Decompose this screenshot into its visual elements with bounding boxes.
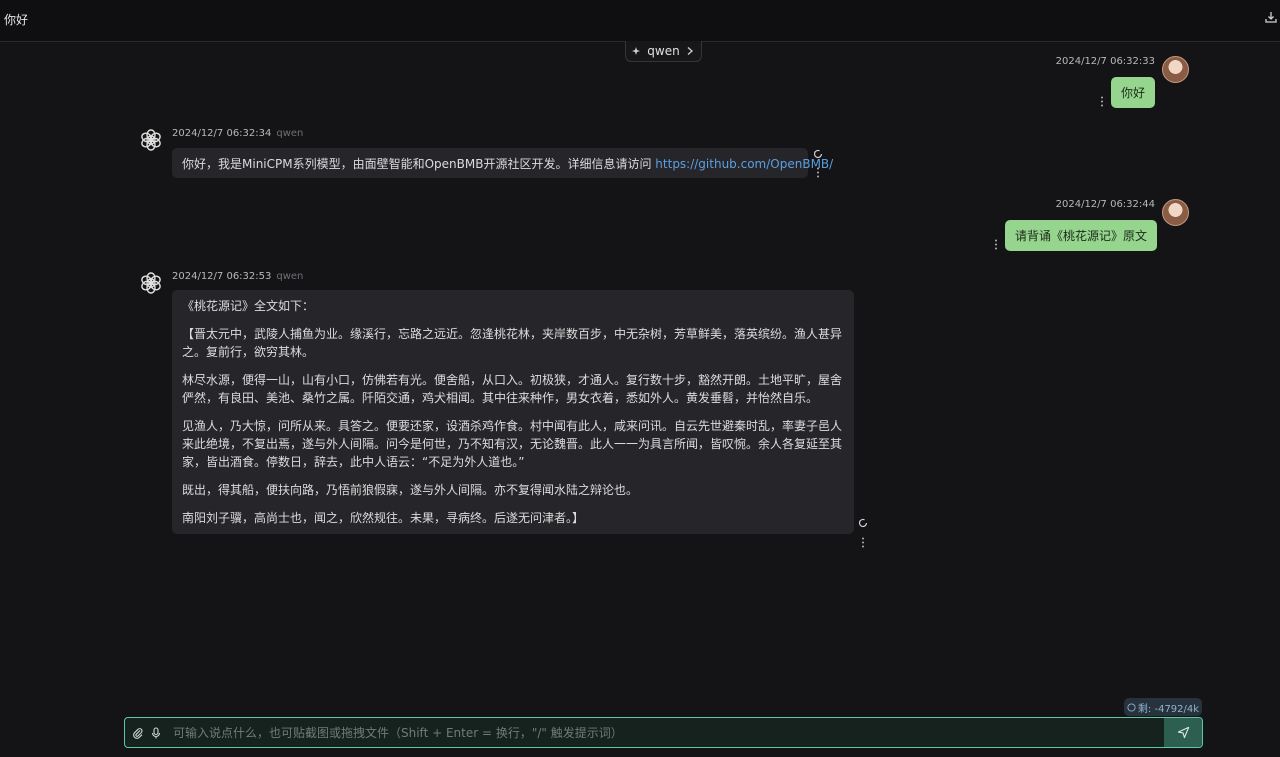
message-paragraph: 见渔人，乃大惊，问所从来。具答之。便要还家，设酒杀鸡作食。村中闻有此人，咸来问讯… (182, 419, 843, 469)
openai-logo-icon (141, 129, 161, 151)
more-vertical-icon[interactable] (994, 239, 998, 250)
chat-composer (124, 717, 1203, 748)
model-name: qwen (647, 44, 680, 58)
message-paragraph: 南阳刘子骥，高尚士也，闻之，欣然规往。未果，寻病终。后遂无问津者。】 (182, 511, 585, 525)
message-model: qwen (276, 271, 304, 282)
assistant-message-text: 你好，我是MiniCPM系列模型，由面壁智能和OpenBMB开源社区开发。详细信… (182, 157, 656, 171)
circle-dollar-icon (1127, 702, 1136, 712)
refresh-icon[interactable] (813, 149, 823, 159)
sparkle-icon (632, 47, 641, 55)
user-avatar (1162, 199, 1189, 226)
token-counter: 剩: -4792/4k (1124, 698, 1202, 716)
message-model: qwen (276, 128, 304, 139)
openai-logo-icon (141, 272, 161, 294)
top-bar: 你好 (0, 0, 1280, 42)
send-button[interactable] (1164, 718, 1202, 747)
microphone-icon[interactable] (150, 727, 162, 739)
message-paragraph: 林尽水源，便得一山，山有小口，仿佛若有光。便舍船，从口入。初极狭，才通人。复行数… (182, 373, 843, 405)
message-time: 2024/12/7 06:32:53 (172, 271, 272, 282)
more-vertical-icon[interactable] (1100, 96, 1104, 107)
more-vertical-icon[interactable] (861, 537, 865, 548)
chevron-right-icon (687, 47, 693, 55)
assistant-message-bubble: 你好，我是MiniCPM系列模型，由面壁智能和OpenBMB开源社区开发。详细信… (172, 148, 833, 178)
message-timestamp: 2024/12/7 06:32:34 qwen (172, 128, 303, 139)
message-timestamp: 2024/12/7 06:32:44 (1055, 199, 1155, 210)
refresh-icon[interactable] (858, 518, 868, 528)
message-paragraph: 【晋太元中，武陵人捕鱼为业。缘溪行，忘路之远近。忽逢桃花林，夹岸数百步，中无杂树… (182, 327, 843, 359)
message-timestamp: 2024/12/7 06:32:33 (1055, 56, 1155, 67)
user-message-bubble: 你好 (1111, 77, 1156, 108)
chat-title: 你好 (4, 13, 29, 27)
token-counter-text: 剩: -4792/4k (1137, 703, 1200, 715)
user-message-bubble: 请背诵《桃花源记》原文 (1005, 220, 1158, 251)
user-avatar (1162, 56, 1189, 83)
openbmb-link[interactable]: https://github.com/OpenBMB/ (655, 157, 833, 171)
export-icon[interactable] (1264, 10, 1278, 24)
send-icon (1177, 726, 1189, 739)
message-time: 2024/12/7 06:32:34 (172, 128, 272, 139)
more-vertical-icon[interactable] (816, 167, 820, 178)
paperclip-icon[interactable] (132, 727, 144, 739)
model-selector[interactable]: qwen (625, 41, 702, 62)
message-paragraph: 既出，得其船，便扶向路，乃悟前狼假寐，遂与外人间隔。亦不复得闻水陆之辩论也。 (182, 483, 639, 497)
message-paragraph: 《桃花源记》全文如下： (182, 299, 315, 313)
message-timestamp: 2024/12/7 06:32:53 qwen (172, 271, 303, 282)
message-input[interactable] (173, 718, 1163, 747)
assistant-message-bubble: 《桃花源记》全文如下： 【晋太元中，武陵人捕鱼为业。缘溪行，忘路之远近。忽逢桃花… (172, 290, 854, 534)
